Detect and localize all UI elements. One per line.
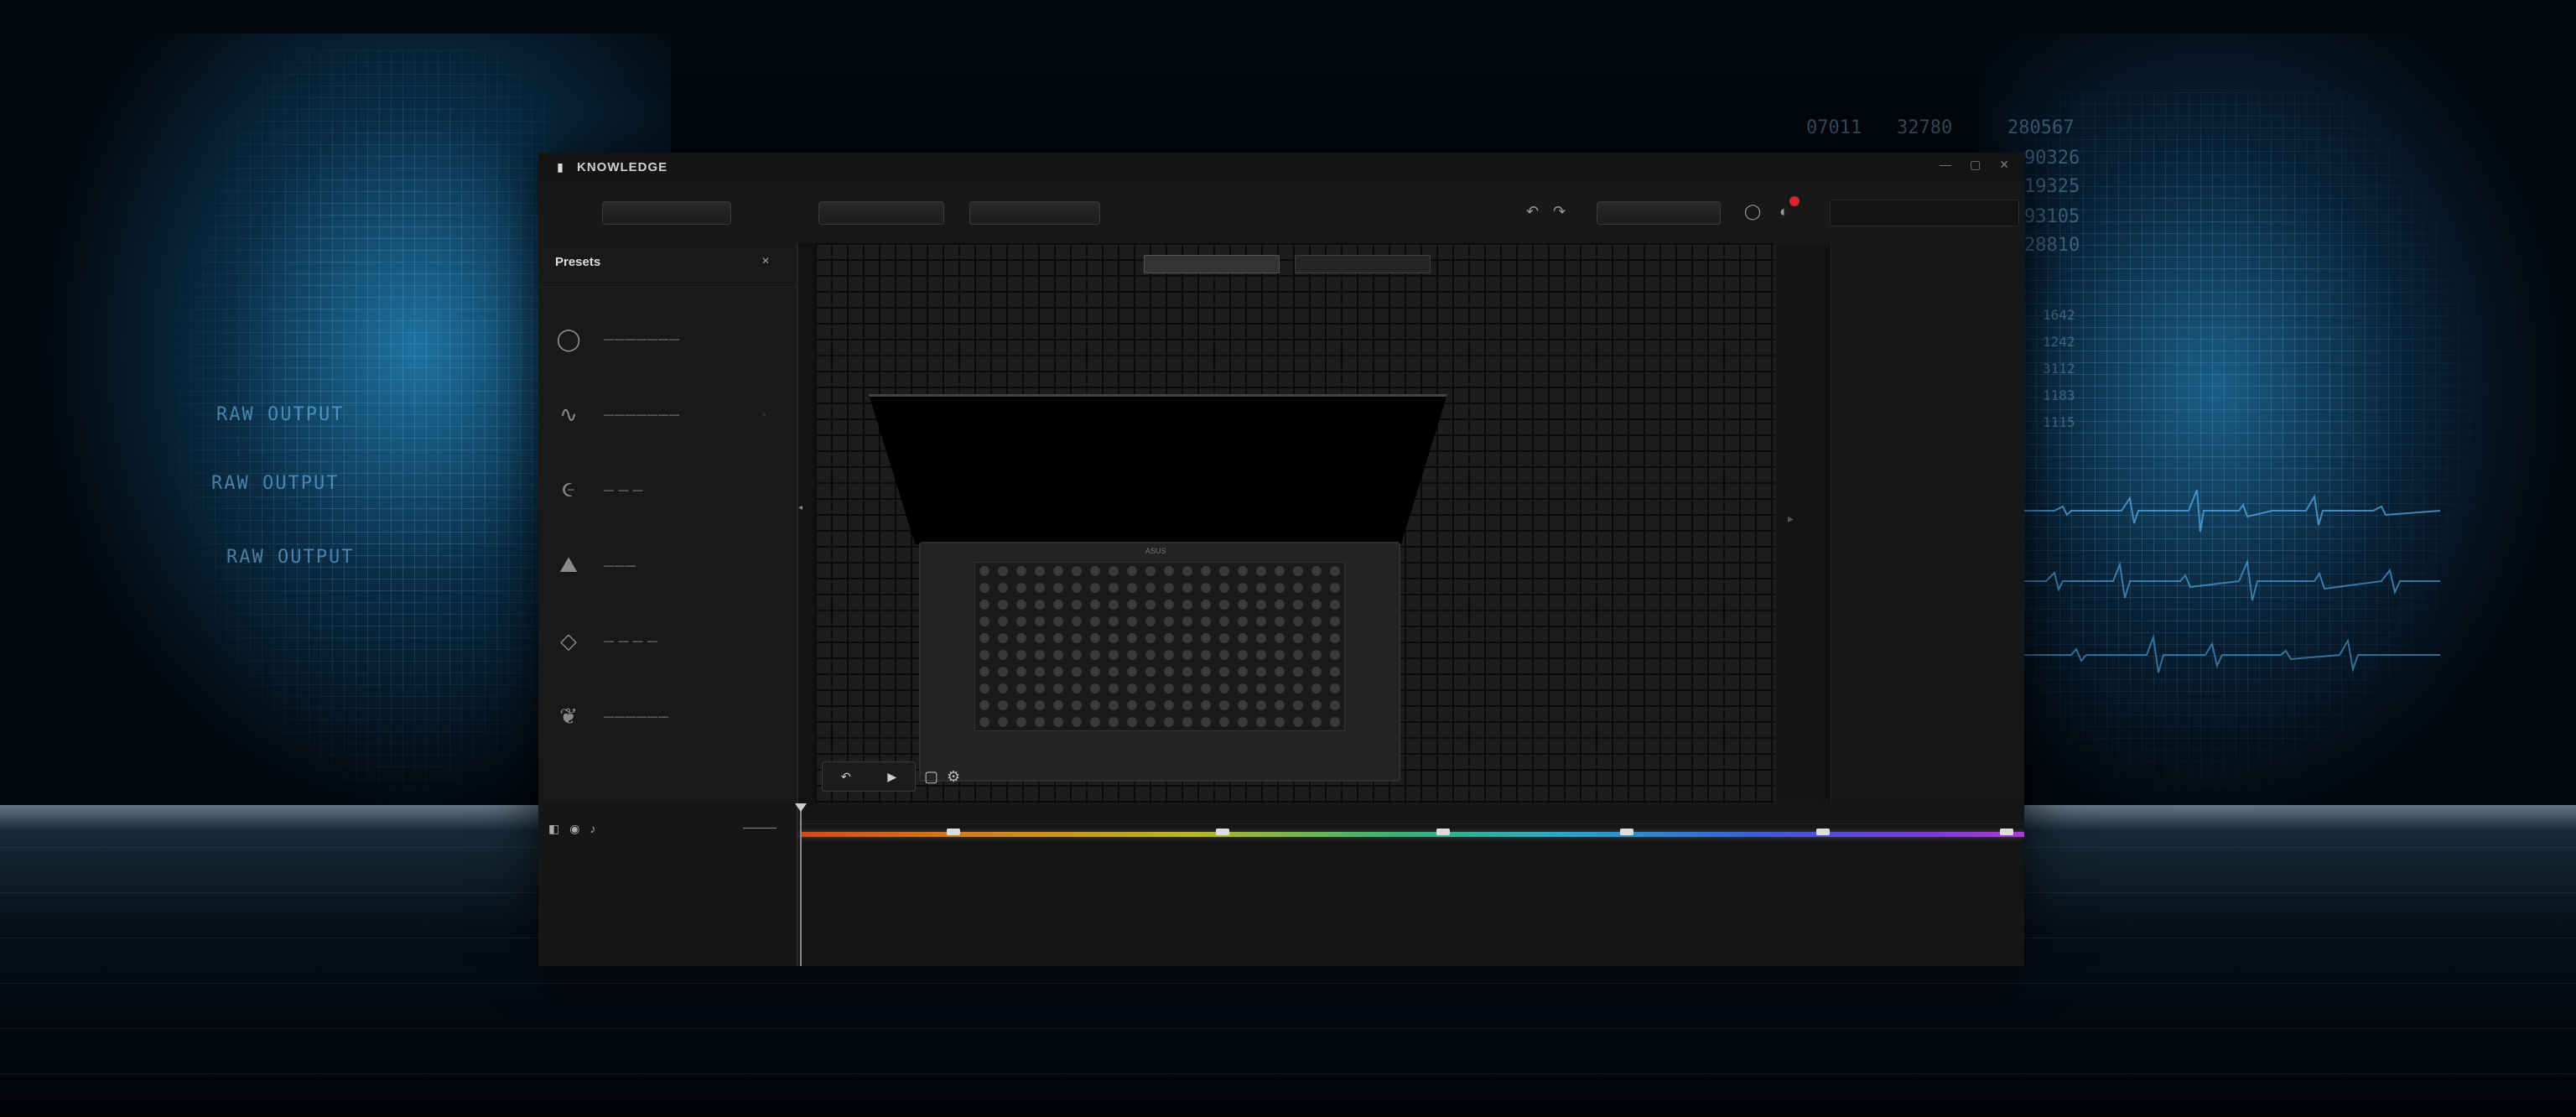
bg-number: 93105 — [2024, 206, 2080, 227]
viewport[interactable]: ASUS ◂ ▸ ↶ ▶ ▢ ⚙ — [798, 243, 2024, 803]
playhead[interactable] — [800, 803, 802, 966]
rewind-icon[interactable]: ↶ — [841, 770, 851, 784]
left-resize-handle-icon[interactable]: ◂ — [798, 503, 802, 512]
maximize-icon[interactable]: ▢ — [1970, 158, 1981, 172]
bg-number: 280567 — [2007, 117, 2075, 138]
bg-number-small: 1115 — [2043, 414, 2075, 430]
timeline-marker[interactable] — [1216, 829, 1230, 835]
undo-icon[interactable]: ↶ — [1526, 203, 1539, 221]
timeline: ◧ ◉ ♪ ———— — [538, 803, 2024, 966]
bg-label: RAW OUTPUT — [226, 547, 355, 568]
bg-number: 07011 — [1806, 117, 1862, 138]
tool-item-wave[interactable]: ∿ ——————— ◦ — [547, 389, 790, 439]
bg-number-small: 1242 — [2043, 334, 2075, 350]
track-audio-icon[interactable]: ♪ — [589, 822, 595, 836]
app-window: ▮ KNOWLEDGE — ▢ ✕ ↶ ↷ ◯ ◐ Presets ✕ ◯ ——… — [538, 153, 2024, 966]
circle-icon: ◯ — [556, 325, 581, 351]
track-icons: ◧ ◉ ♪ — [548, 822, 595, 836]
toolbar-button-edit[interactable] — [818, 201, 944, 225]
toolbar-button-export[interactable] — [1597, 201, 1721, 225]
notification-badge — [1789, 196, 1800, 206]
toolbar-button-view[interactable] — [969, 201, 1100, 225]
notification-icon[interactable]: ◐ — [1779, 203, 1789, 221]
timeline-marker[interactable] — [1620, 829, 1634, 835]
app-logo-icon: ▮ — [557, 159, 564, 174]
viewport-controls: ↶ ▶ ▢ ⚙ — [822, 761, 960, 792]
viewport-tab-1[interactable] — [1144, 255, 1280, 273]
playback-controls: ↶ ▶ — [822, 761, 916, 792]
close-icon[interactable]: ✕ — [1999, 158, 2009, 172]
viewport-tabs — [1144, 255, 1431, 273]
timeline-marker[interactable] — [1815, 829, 1830, 835]
bg-label: RAW OUTPUT — [211, 473, 340, 494]
tool-label: — — — — — [604, 635, 659, 647]
redo-icon[interactable]: ↷ — [1553, 203, 1566, 221]
tool-label: ——————— — [604, 408, 680, 420]
bg-label: RAW OUTPUT — [216, 404, 345, 425]
panel-divider — [538, 287, 797, 288]
viewport-side-strip — [1775, 243, 1823, 803]
play-icon[interactable]: ▶ — [887, 770, 896, 784]
frame-icon[interactable]: ▢ — [924, 768, 938, 786]
panel-title: Presets — [555, 255, 601, 269]
timeline-marker[interactable] — [947, 829, 961, 835]
search-input[interactable] — [1830, 200, 2019, 226]
bg-number-small: 3112 — [2043, 361, 2075, 377]
bg-waveform — [2021, 489, 2440, 533]
bg-number: 28810 — [2024, 235, 2080, 256]
tool-item-circle[interactable]: ◯ ——————— — [547, 314, 790, 364]
viewport-tab-2[interactable] — [1295, 255, 1431, 273]
tool-item-leaf[interactable]: ❦ —————— — [547, 691, 790, 741]
tool-item-diamond[interactable]: ◇ — — — — — [547, 616, 790, 666]
tool-label: ——————— — [604, 333, 680, 345]
laptop-screen — [869, 394, 1447, 544]
bg-waveform — [2021, 558, 2440, 601]
toolbar-button-file[interactable] — [602, 201, 731, 225]
track-lock-icon[interactable]: ◧ — [548, 822, 559, 836]
bg-number: 90326 — [2024, 148, 2080, 169]
laptop-brand: ASUS — [1145, 547, 1166, 555]
tool-label: —————— — [604, 710, 669, 722]
tool-item-spiral[interactable]: ૯ — — — — [547, 465, 790, 515]
backdrop-grid-right — [2012, 92, 2482, 797]
bg-number: 32780 — [1897, 117, 1953, 138]
tool-item-mountain[interactable]: ⛰ ——— — [547, 540, 790, 590]
mountain-icon: ⛰ — [559, 552, 578, 577]
timeline-track-header: ◧ ◉ ♪ ———— — [538, 803, 798, 966]
bg-waveform — [2021, 634, 2440, 673]
timeline-ruler[interactable] — [798, 803, 2024, 824]
laptop-keyboard — [974, 562, 1345, 731]
timeline-spectrum-track[interactable] — [800, 829, 2024, 837]
tool-option-icon[interactable]: ◦ — [762, 408, 766, 421]
bg-number-small: 1183 — [2043, 387, 2075, 403]
laptop-base: ASUS — [919, 542, 1400, 782]
backdrop-grid-left — [168, 50, 553, 805]
properties-panel — [1831, 243, 2024, 803]
tool-label: — — — — [604, 484, 644, 496]
spiral-icon: ૯ — [562, 476, 575, 501]
wave-icon: ∿ — [559, 401, 578, 427]
viewport-grid: ASUS — [815, 243, 1779, 803]
panel-close-icon[interactable]: ✕ — [761, 255, 770, 267]
bg-number: 19325 — [2024, 176, 2080, 197]
track-label: ———— — [743, 823, 776, 833]
title-bar: ▮ KNOWLEDGE — ▢ ✕ — [538, 153, 2024, 181]
diamond-icon: ◇ — [560, 627, 577, 653]
window-controls: — ▢ ✕ — [1940, 158, 2009, 172]
timeline-marker[interactable] — [1436, 829, 1451, 835]
leaf-icon: ❦ — [559, 703, 578, 729]
playhead-handle[interactable] — [795, 803, 807, 812]
bg-number-small: 1642 — [2043, 307, 2075, 323]
timeline-marker[interactable] — [1999, 829, 2013, 835]
settings-icon[interactable]: ⚙ — [947, 768, 960, 786]
right-resize-handle-icon[interactable]: ▸ — [1788, 512, 1794, 526]
track-visibility-icon[interactable]: ◉ — [569, 822, 579, 836]
app-title: KNOWLEDGE — [577, 159, 668, 174]
toolbar: ↶ ↷ ◯ ◐ — [538, 181, 2024, 244]
share-icon[interactable]: ◯ — [1744, 203, 1761, 221]
minimize-icon[interactable]: — — [1940, 158, 1951, 172]
tool-label: ——— — [604, 559, 636, 571]
